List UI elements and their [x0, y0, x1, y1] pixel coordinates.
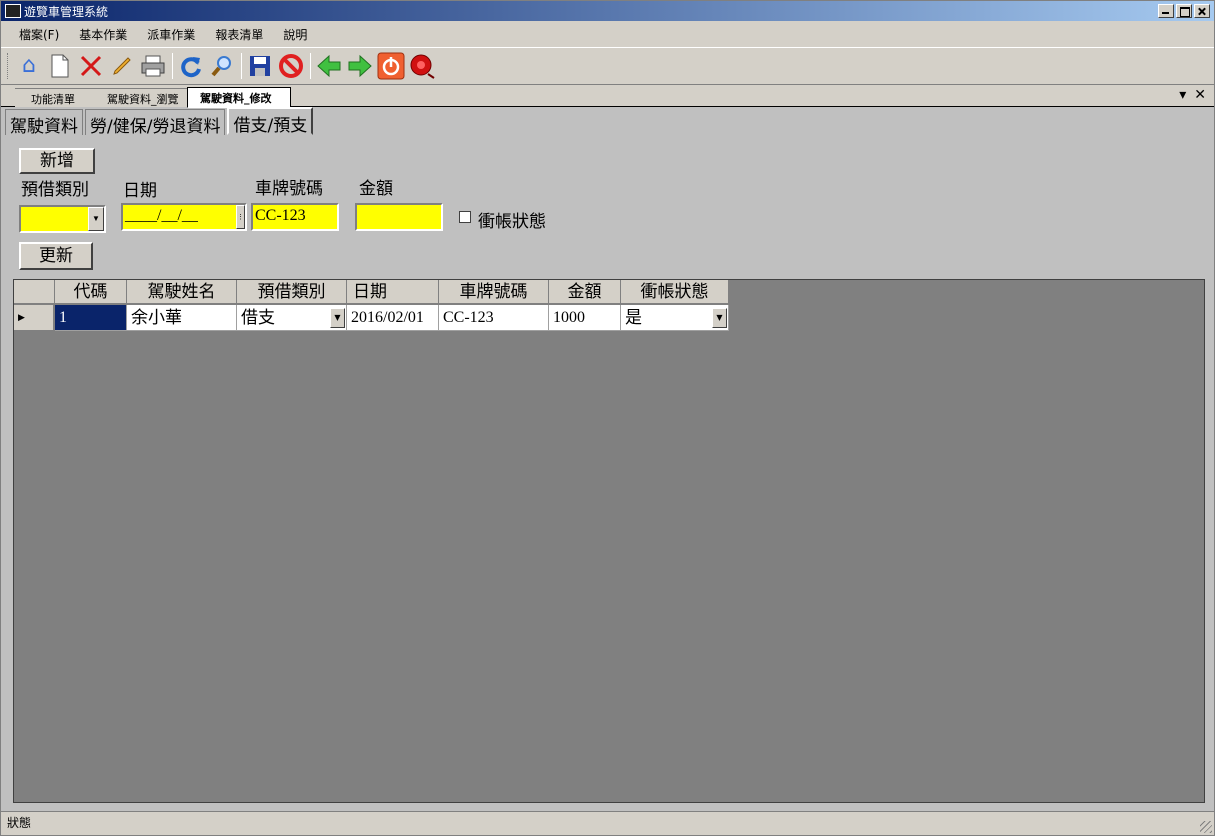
- column-header-amount[interactable]: 金額: [549, 280, 621, 304]
- search-icon[interactable]: [207, 51, 237, 81]
- document-tab-strip: 功能清單 駕駛資料_瀏覽 駕駛資料_修改 ▾ ✕: [1, 85, 1214, 108]
- app-icon: [5, 4, 21, 18]
- date-picker-button[interactable]: ⋮: [236, 205, 245, 229]
- toolbar-grip[interactable]: [7, 53, 10, 79]
- plate-label: 車牌號碼: [255, 179, 323, 199]
- column-header-driver-name[interactable]: 駕駛姓名: [127, 280, 237, 304]
- column-header-plate[interactable]: 車牌號碼: [439, 280, 549, 304]
- cell-code[interactable]: 1: [55, 305, 127, 331]
- close-tab-icon[interactable]: ✕: [1194, 87, 1206, 103]
- menu-help[interactable]: 說明: [273, 26, 317, 43]
- toolbar-separator: [310, 53, 311, 79]
- column-header-offset-status[interactable]: 衝帳狀態: [621, 280, 729, 304]
- cancel-icon[interactable]: [276, 51, 306, 81]
- cell-amount[interactable]: 1000: [549, 305, 621, 331]
- amount-input[interactable]: [355, 203, 443, 231]
- power-icon[interactable]: [376, 51, 406, 81]
- tab-advance[interactable]: 借支/預支: [227, 107, 314, 136]
- status-bar: 狀態: [1, 811, 1214, 835]
- cell-offset-status-value: 是: [625, 308, 642, 328]
- edit-pencil-icon[interactable]: [107, 51, 137, 81]
- delete-icon[interactable]: [76, 51, 106, 81]
- window-title: 遊覽車管理系統: [24, 4, 109, 19]
- offset-status-checkbox[interactable]: [459, 211, 471, 223]
- grid-corner-header: [14, 280, 55, 304]
- maximize-button[interactable]: [1176, 4, 1192, 18]
- toolbar-separator: [241, 53, 242, 79]
- menu-bar: 檔案(F) 基本作業 派車作業 報表清單 說明: [1, 21, 1214, 47]
- column-header-date[interactable]: 日期: [347, 280, 439, 304]
- home-icon[interactable]: ⌂: [14, 51, 44, 81]
- date-label: 日期: [123, 181, 157, 201]
- alarm-bell-icon[interactable]: [407, 51, 437, 81]
- add-button[interactable]: 新增: [19, 148, 95, 174]
- plate-input[interactable]: CC-123: [251, 203, 339, 231]
- status-text: 狀態: [7, 816, 32, 830]
- inner-tab-strip: 駕駛資料 勞/健保/勞退資料 借支/預支: [5, 107, 315, 137]
- toolbar-separator: [172, 53, 173, 79]
- amount-label: 金額: [359, 179, 393, 199]
- tab-driver-edit[interactable]: 駕駛資料_修改: [187, 87, 291, 108]
- chevron-down-icon[interactable]: ▼: [88, 207, 104, 231]
- menu-file[interactable]: 檔案(F): [9, 26, 69, 43]
- cell-date[interactable]: 2016/02/01: [347, 305, 439, 331]
- column-header-code[interactable]: 代碼: [55, 280, 127, 304]
- title-bar: 遊覽車管理系統: [1, 1, 1214, 21]
- new-document-icon[interactable]: [45, 51, 75, 81]
- print-icon[interactable]: [138, 51, 168, 81]
- date-field[interactable]: ____/__/__ ⋮: [121, 203, 247, 231]
- cell-advance-type-value: 借支: [241, 308, 275, 328]
- menu-dispatch[interactable]: 派車作業: [137, 26, 205, 43]
- cell-driver-name[interactable]: 余小華: [127, 305, 237, 331]
- column-header-advance-type[interactable]: 預借類別: [237, 280, 347, 304]
- row-indicator-icon[interactable]: ▶: [14, 305, 54, 331]
- date-mask: ____/__/__: [125, 207, 198, 224]
- offset-status-label: 衝帳狀態: [478, 212, 546, 232]
- close-window-button[interactable]: [1194, 4, 1210, 18]
- tab-driver-browse[interactable]: 駕駛資料_瀏覽: [91, 88, 191, 107]
- tab-driver-info[interactable]: 駕駛資料: [5, 109, 83, 137]
- update-button[interactable]: 更新: [19, 242, 93, 270]
- refresh-icon[interactable]: [176, 51, 206, 81]
- toolbar: ⌂: [1, 47, 1214, 85]
- menu-basic-ops[interactable]: 基本作業: [69, 26, 137, 43]
- save-icon[interactable]: [245, 51, 275, 81]
- back-arrow-icon[interactable]: [314, 51, 344, 81]
- resize-grip[interactable]: [1200, 821, 1212, 833]
- cell-plate[interactable]: CC-123: [439, 305, 549, 331]
- tab-list-dropdown-icon[interactable]: ▾: [1179, 87, 1186, 103]
- minimize-button[interactable]: [1158, 4, 1174, 18]
- tab-insurance[interactable]: 勞/健保/勞退資料: [85, 109, 226, 137]
- advance-type-select[interactable]: ▼: [19, 205, 106, 233]
- main-window: 遊覽車管理系統 檔案(F) 基本作業 派車作業 報表清單 說明 ⌂ 功能清單 駕…: [0, 0, 1215, 836]
- chevron-down-icon[interactable]: ▼: [712, 308, 727, 328]
- forward-arrow-icon[interactable]: [345, 51, 375, 81]
- chevron-down-icon[interactable]: ▼: [330, 308, 345, 328]
- advance-type-label: 預借類別: [21, 180, 89, 200]
- cell-advance-type[interactable]: 借支 ▼: [237, 305, 347, 331]
- menu-reports[interactable]: 報表清單: [205, 26, 273, 43]
- advance-data-grid[interactable]: 代碼 駕駛姓名 預借類別 日期 車牌號碼 金額 衝帳狀態 ▶ 1 余小華 借支 …: [13, 279, 1205, 803]
- cell-offset-status[interactable]: 是 ▼: [621, 305, 729, 331]
- tab-function-list[interactable]: 功能清單: [15, 88, 95, 107]
